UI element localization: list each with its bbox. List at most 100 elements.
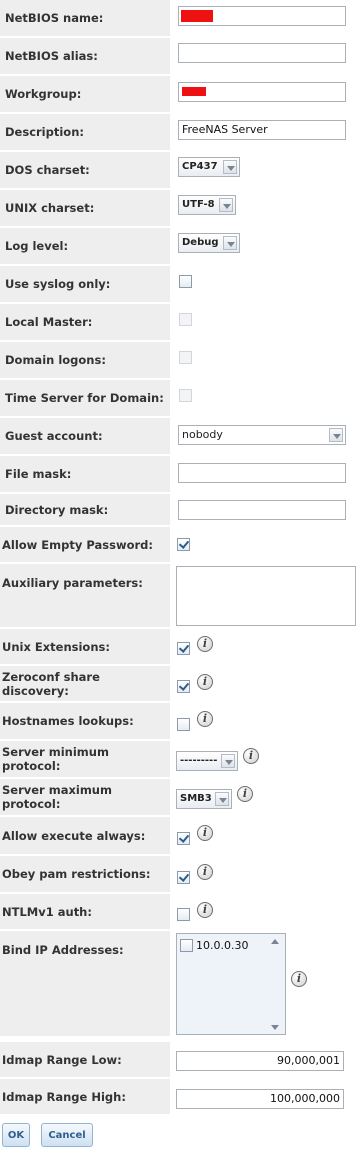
local-master-checkbox[interactable] (179, 313, 192, 326)
server-max-protocol-select[interactable]: SMB3 (176, 789, 232, 809)
file-mask-label: File mask: (0, 456, 170, 494)
row-log-level: Log level: Debug (0, 228, 356, 266)
dos-charset-select[interactable]: CP437 (178, 157, 240, 177)
info-icon[interactable]: i (197, 864, 213, 880)
info-icon[interactable]: i (197, 636, 213, 652)
server-max-protocol-value: SMB3 (180, 793, 212, 804)
idmap-high-label: Idmap Range High: (0, 1079, 170, 1116)
row-unix-extensions: Unix Extensions: i (0, 629, 356, 666)
scroll-up-icon[interactable] (271, 939, 279, 944)
unix-extensions-label: Unix Extensions: (0, 629, 170, 666)
server-min-protocol-label: Server minimum protocol: (0, 741, 170, 779)
local-master-label: Local Master: (0, 304, 170, 342)
info-icon[interactable]: i (197, 825, 213, 841)
netbios-alias-input[interactable] (178, 43, 346, 63)
row-idmap-low: Idmap Range Low: 90,000,001 (0, 1042, 356, 1079)
hostnames-lookups-checkbox[interactable] (177, 718, 190, 731)
file-mask-input[interactable] (178, 463, 346, 483)
directory-mask-input[interactable] (178, 500, 346, 520)
row-server-min-protocol: Server minimum protocol: --------- i (0, 741, 356, 779)
ntlmv1-auth-label: NTLMv1 auth: (0, 894, 170, 931)
bind-ip-option-checkbox[interactable] (180, 939, 193, 952)
bind-ip-label: Bind IP Addresses: (0, 931, 170, 1038)
info-icon[interactable]: i (197, 902, 213, 918)
row-use-syslog: Use syslog only: (0, 266, 356, 304)
row-ntlmv1-auth: NTLMv1 auth: i (0, 894, 356, 931)
idmap-low-input[interactable]: 90,000,001 (176, 1051, 344, 1071)
info-icon[interactable]: i (291, 971, 307, 987)
info-icon[interactable]: i (237, 786, 253, 802)
ntlmv1-auth-checkbox[interactable] (177, 908, 190, 921)
chevron-down-icon (329, 428, 343, 442)
guest-account-label: Guest account: (0, 418, 170, 456)
auxiliary-parameters-textarea[interactable] (176, 566, 356, 626)
info-icon[interactable]: i (197, 711, 213, 727)
cancel-button[interactable]: Cancel (41, 1123, 93, 1147)
chevron-down-icon (223, 160, 237, 174)
time-server-label: Time Server for Domain: (0, 380, 170, 418)
domain-logons-checkbox[interactable] (179, 351, 192, 364)
zeroconf-checkbox[interactable] (177, 680, 190, 693)
dos-charset-label: DOS charset: (0, 152, 170, 190)
row-local-master: Local Master: (0, 304, 356, 342)
bind-ip-listbox[interactable]: 10.0.0.30 (176, 933, 286, 1035)
scroll-down-icon[interactable] (271, 1025, 279, 1030)
chevron-down-icon (215, 792, 229, 806)
guest-account-select[interactable]: nobody (178, 425, 346, 445)
workgroup-input[interactable] (178, 82, 346, 102)
workgroup-label: Workgroup: (0, 76, 170, 114)
idmap-low-label: Idmap Range Low: (0, 1042, 170, 1079)
row-bind-ip: Bind IP Addresses: 10.0.0.30 i (0, 931, 356, 1038)
allow-empty-password-label: Allow Empty Password: (0, 527, 170, 564)
row-description: Description: FreeNAS Server (0, 114, 356, 152)
auxiliary-parameters-label: Auxiliary parameters: (0, 564, 170, 629)
unix-charset-value: UTF-8 (182, 199, 215, 210)
guest-account-value: nobody (182, 428, 223, 441)
use-syslog-label: Use syslog only: (0, 266, 170, 304)
unix-extensions-checkbox[interactable] (177, 642, 190, 655)
unix-charset-select[interactable]: UTF-8 (178, 195, 236, 215)
chevron-down-icon (219, 198, 233, 212)
description-input[interactable]: FreeNAS Server (178, 120, 346, 140)
allow-empty-password-checkbox[interactable] (177, 538, 190, 551)
allow-execute-always-label: Allow execute always: (0, 817, 170, 856)
ok-button[interactable]: OK (2, 1123, 30, 1147)
row-directory-mask: Directory mask: (0, 494, 356, 527)
server-min-protocol-value: --------- (180, 755, 218, 766)
netbios-name-input[interactable] (178, 6, 346, 26)
row-idmap-high: Idmap Range High: 100,000,000 (0, 1079, 356, 1116)
idmap-high-input[interactable]: 100,000,000 (176, 1089, 344, 1109)
row-allow-execute-always: Allow execute always: i (0, 817, 356, 856)
row-hostnames-lookups: Hostnames lookups: i (0, 703, 356, 741)
info-icon[interactable]: i (197, 674, 213, 690)
redaction-mark (182, 87, 206, 96)
use-syslog-checkbox[interactable] (179, 275, 192, 288)
row-allow-empty-password: Allow Empty Password: (0, 527, 356, 564)
bind-ip-option-label: 10.0.0.30 (196, 939, 249, 952)
row-time-server: Time Server for Domain: (0, 380, 356, 418)
server-min-protocol-select[interactable]: --------- (176, 751, 238, 771)
allow-execute-always-checkbox[interactable] (177, 832, 190, 845)
row-dos-charset: DOS charset: CP437 (0, 152, 356, 190)
row-server-max-protocol: Server maximum protocol: SMB3 i (0, 779, 356, 817)
time-server-checkbox[interactable] (179, 389, 192, 402)
row-obey-pam: Obey pam restrictions: i (0, 856, 356, 894)
bind-ip-option[interactable]: 10.0.0.30 (180, 939, 248, 952)
row-auxiliary-parameters: Auxiliary parameters: (0, 564, 356, 629)
row-guest-account: Guest account: nobody (0, 418, 356, 456)
netbios-alias-label: NetBIOS alias: (0, 38, 170, 76)
server-max-protocol-label: Server maximum protocol: (0, 779, 170, 817)
dos-charset-value: CP437 (182, 161, 218, 172)
directory-mask-label: Directory mask: (0, 494, 170, 527)
row-file-mask: File mask: (0, 456, 356, 494)
redaction-mark (181, 10, 213, 22)
info-icon[interactable]: i (243, 748, 259, 764)
obey-pam-checkbox[interactable] (177, 871, 190, 884)
log-level-select[interactable]: Debug (178, 233, 240, 253)
obey-pam-label: Obey pam restrictions: (0, 856, 170, 894)
row-netbios-name: NetBIOS name: (0, 0, 356, 38)
unix-charset-label: UNIX charset: (0, 190, 170, 228)
row-unix-charset: UNIX charset: UTF-8 (0, 190, 356, 228)
domain-logons-label: Domain logons: (0, 342, 170, 380)
zeroconf-label: Zeroconf share discovery: (0, 666, 170, 703)
